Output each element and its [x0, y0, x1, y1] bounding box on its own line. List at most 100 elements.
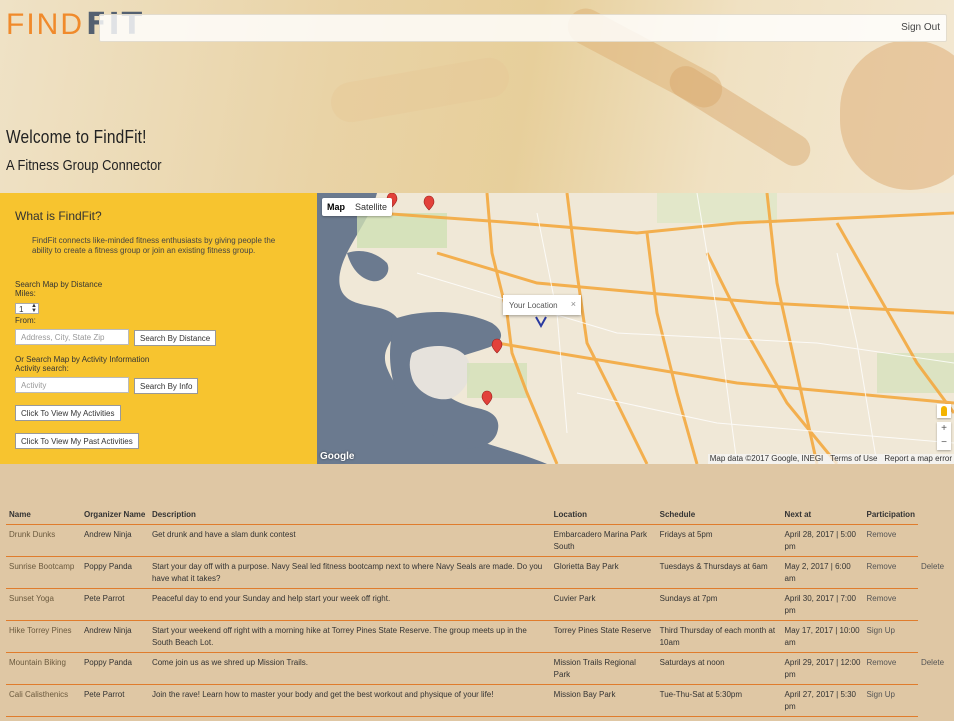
view-my-activities-button[interactable]: Click To View My Activities [15, 405, 121, 421]
terms-link[interactable]: Terms of Use [830, 454, 877, 464]
activity-description: Join the rave! Learn how to master your … [148, 684, 551, 717]
distance-heading: Search Map by Distance [15, 280, 103, 289]
activity-description: Peaceful day to end your Sunday and help… [148, 588, 551, 621]
organizer-name: Andrew Ninja [80, 524, 149, 557]
activity-schedule: Third Thursday of each month at 10am [656, 620, 782, 653]
table-header-row: Name Organizer Name Description Location… [6, 508, 954, 525]
miles-select[interactable]: 1 ▲ ▼ [15, 303, 39, 314]
zoom-out-button[interactable]: − [937, 436, 951, 450]
zoom-in-button[interactable]: + [937, 422, 951, 436]
organizer-name: Andrew Ninja [80, 620, 149, 653]
activity-name: Drunk Dunks [6, 524, 81, 557]
delete-link [918, 685, 954, 717]
activity-location: Mission Trails Regional Park [550, 652, 657, 685]
from-label: From: [15, 316, 36, 325]
table-row: Drunk Dunks Andrew Ninja Get drunk and hav… [6, 524, 954, 557]
tab-map[interactable]: Map [322, 198, 350, 216]
activity-name: Sunset Yoga [6, 588, 81, 621]
participation-link[interactable]: Remove [863, 556, 918, 589]
table-row: Sunrise Bootcamp Poppy Panda Start your da… [6, 556, 954, 589]
address-input[interactable]: Address, City, State Zip [15, 329, 129, 345]
page-subtitle: A Fitness Group Connector [6, 157, 162, 174]
top-navbar: Sign Out [99, 14, 947, 42]
table-row: Hike Torrey Pines Andrew Ninja Start your … [6, 620, 954, 653]
organizer-name: Pete Parrot [80, 588, 149, 621]
next-at: April 27, 2017 | 5:30 pm [781, 684, 864, 717]
activity-location: Glorietta Bay Park [550, 556, 657, 589]
activity-location: Cuvier Park [550, 588, 657, 621]
header-name: Name [6, 508, 81, 525]
header-organizer: Organizer Name [80, 508, 149, 525]
table-row: Mountain Biking Poppy Panda Come join us a… [6, 652, 954, 685]
header-extra [918, 508, 954, 525]
participation-link[interactable]: Remove [863, 652, 918, 685]
tab-satellite[interactable]: Satellite [350, 198, 392, 216]
map-data-text: Map data ©2017 Google, INEGI [709, 454, 824, 463]
activity-location: Torrey Pines State Reserve [550, 620, 657, 653]
organizer-name: Poppy Panda [80, 556, 149, 589]
panel-title: What is FindFit? [15, 209, 102, 223]
participation-link[interactable]: Sign Up [863, 684, 918, 717]
panel-description: FindFit connects like-minded fitness ent… [32, 236, 276, 255]
page-title: Welcome to FindFit! [6, 127, 147, 147]
activity-schedule: Sundays at 7pm [656, 588, 782, 621]
participation-link[interactable]: Remove [863, 524, 918, 557]
activity-name: Hike Torrey Pines [6, 620, 81, 653]
table-row: Cali Calisthenics Pete Parrot Join the rav… [6, 684, 954, 717]
report-error-link[interactable]: Report a map error [884, 454, 952, 464]
activity-schedule: Saturdays at noon [656, 652, 782, 685]
zoom-control: + − [937, 422, 951, 450]
search-panel: What is FindFit? FindFit connects like-m… [0, 193, 317, 464]
view-past-activities-button[interactable]: Click To View My Past Activities [15, 433, 139, 449]
google-logo: Google [320, 451, 355, 462]
activity-description: Get drunk and have a slam dunk contest [148, 524, 551, 557]
delete-link[interactable]: Delete [918, 557, 954, 589]
search-by-info-button[interactable]: Search By Info [134, 378, 199, 394]
activity-description: Start your day off with a purpose. Navy … [148, 556, 551, 589]
participation-link[interactable]: Sign Up [863, 620, 918, 653]
activity-location: Embarcadero Marina Park South [550, 524, 657, 557]
organizer-name: Poppy Panda [80, 652, 149, 685]
map-type-tabs: Map Satellite [322, 198, 393, 216]
activity-description: Come join us as we shred up Mission Trai… [148, 652, 551, 685]
map-attribution: Map data ©2017 Google, INEGI Terms of Us… [707, 454, 954, 464]
map-view[interactable]: Map Satellite Your Location × + − Google… [317, 193, 954, 464]
table-row: Sunset Yoga Pete Parrot Peaceful day to en… [6, 588, 954, 621]
activity-location: Mission Bay Park [550, 684, 657, 717]
activities-table: Name Organizer Name Description Location… [6, 508, 954, 717]
delete-link [918, 589, 954, 621]
delete-link [918, 621, 954, 653]
header-schedule: Schedule [656, 508, 782, 525]
activity-schedule: Tue-Thu-Sat at 5:30pm [656, 684, 782, 717]
activity-label: Activity search: [15, 364, 69, 373]
sign-out-link[interactable]: Sign Out [901, 22, 940, 33]
next-at: May 17, 2017 | 10:00 am [781, 620, 864, 653]
delete-link [918, 525, 954, 557]
activity-input[interactable]: Activity [15, 377, 129, 393]
next-at: April 29, 2017 | 12:00 pm [781, 652, 864, 685]
your-location-infowindow: Your Location × [503, 295, 581, 315]
header-location: Location [550, 508, 657, 525]
header-participation: Participation [863, 508, 918, 525]
organizer-name: Pete Parrot [80, 684, 149, 717]
header-next-at: Next at [781, 508, 864, 525]
next-at: April 28, 2017 | 5:00 pm [781, 524, 864, 557]
miles-label: Miles: [15, 289, 36, 298]
search-by-distance-button[interactable]: Search By Distance [134, 330, 217, 346]
map-canvas [317, 193, 954, 464]
pegman-icon[interactable] [937, 404, 951, 418]
next-at: April 30, 2017 | 7:00 pm [781, 588, 864, 621]
participation-link[interactable]: Remove [863, 588, 918, 621]
activity-schedule: Fridays at 5pm [656, 524, 782, 557]
activity-name: Cali Calisthenics [6, 684, 81, 717]
delete-link[interactable]: Delete [918, 653, 954, 685]
activities-section: Name Organizer Name Description Location… [0, 464, 954, 721]
close-icon[interactable]: × [571, 299, 576, 309]
header-description: Description [148, 508, 551, 525]
activity-name: Sunrise Bootcamp [6, 556, 81, 589]
activity-schedule: Tuesdays & Thursdays at 6am [656, 556, 782, 589]
infowindow-label: Your Location [509, 301, 558, 310]
activity-heading: Or Search Map by Activity Information [15, 355, 150, 364]
activity-name: Mountain Biking [6, 652, 81, 685]
logo-find-text: FIND [6, 8, 84, 41]
